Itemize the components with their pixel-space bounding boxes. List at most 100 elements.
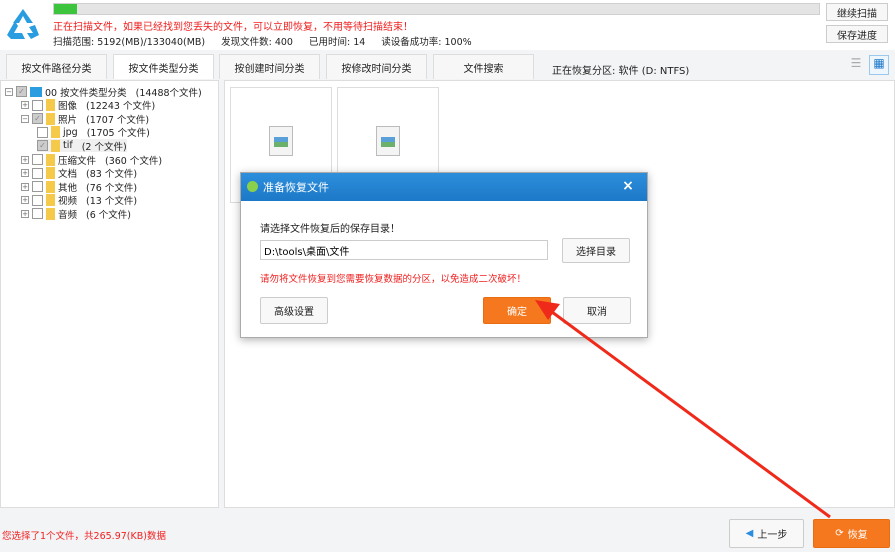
tree-item-label: 其他 <box>58 182 78 194</box>
files-found: 发现文件数: 400 <box>221 37 293 48</box>
tree-item[interactable]: − ✓ 00 按文件类型分类 (14488个文件) <box>5 85 202 99</box>
tree-item-count: (76 个文件) <box>86 182 138 194</box>
expand-icon[interactable]: + <box>21 169 29 178</box>
browse-directory-button[interactable]: 选择目录 <box>562 238 630 263</box>
dialog-prompt: 请选择文件恢复后的保存目录！ <box>260 224 400 235</box>
scan-stats: 扫描范围: 5192(MB)/133040(MB) 发现文件数: 400 已用时… <box>53 34 472 48</box>
expand-icon[interactable]: + <box>21 209 29 218</box>
folder-icon <box>51 126 60 139</box>
close-icon[interactable]: × <box>609 173 647 201</box>
progress-fill <box>54 4 77 14</box>
ok-button[interactable]: 确定 <box>483 297 551 324</box>
tree-item-count: (1705 个文件) <box>86 128 150 140</box>
scan-message: 正在扫描文件，如果已经找到您丢失的文件，可以立即恢复，不用等待扫描结束！ <box>53 22 413 33</box>
tree-item-label: 视频 <box>58 196 78 208</box>
folder-icon <box>46 167 55 180</box>
scan-progress-bar <box>53 3 820 15</box>
dialog-title: 准备恢复文件 <box>263 181 329 194</box>
tree-item-label: 00 按文件类型分类 <box>45 87 127 99</box>
tree-item-count: (1707 个文件) <box>86 114 150 126</box>
tree-item[interactable]: + 图像 (12243 个文件) <box>21 99 155 112</box>
tree-item-count: (14488个文件) <box>135 87 202 99</box>
tree-item-count: (360 个文件) <box>105 155 163 167</box>
folder-icon <box>46 112 55 125</box>
tree-item-label: 音频 <box>58 209 78 221</box>
recover-dialog: 准备恢复文件 × 请选择文件恢复后的保存目录！ 选择目录 请勿将文件恢复到您需要… <box>240 172 648 338</box>
tab-by-type[interactable]: 按文件类型分类 <box>113 54 214 79</box>
recover-button[interactable]: ⟳ 恢复 <box>813 519 890 548</box>
folder-icon <box>46 194 55 207</box>
tree-item[interactable]: − ✓ 照片 (1707 个文件) <box>21 112 150 126</box>
tree-item-label: 图像 <box>58 101 78 113</box>
selection-status: 您选择了1个文件，共265.97(KB)数据 <box>2 531 166 542</box>
tree-item-label: jpg <box>63 126 78 138</box>
image-file-icon <box>376 126 400 156</box>
tree-item-count: (6 个文件) <box>86 209 131 221</box>
partition-label: 正在恢复分区: 软件 (D: NTFS) <box>552 66 690 77</box>
expand-icon[interactable]: + <box>21 182 29 191</box>
checkbox[interactable] <box>32 99 43 111</box>
cancel-button[interactable]: 取消 <box>563 297 631 324</box>
collapse-icon[interactable]: − <box>21 114 29 123</box>
tree-item[interactable]: + 音频 (6 个文件) <box>21 207 131 221</box>
tree-item[interactable]: ✓ tif (2 个文件) <box>37 139 127 153</box>
tab-by-modified[interactable]: 按修改时间分类 <box>326 54 427 79</box>
tree-item-label: 照片 <box>58 114 78 126</box>
tree-item-label: 压缩文件 <box>58 155 97 167</box>
tree-item-label: tif <box>63 140 73 152</box>
drive-icon <box>30 86 42 97</box>
tree-item[interactable]: + 其他 (76 个文件) <box>21 180 138 194</box>
checkbox[interactable] <box>32 208 43 220</box>
folder-icon <box>46 99 55 112</box>
elapsed-time: 已用时间: 14 <box>308 37 366 48</box>
tree-item-count: (13 个文件) <box>86 196 138 208</box>
tree-item-count: (2 个文件) <box>81 141 127 153</box>
refresh-icon: ⟳ <box>835 528 844 539</box>
tab-by-path[interactable]: 按文件路径分类 <box>6 54 107 79</box>
checkbox[interactable] <box>37 126 48 138</box>
app-icon <box>247 181 258 192</box>
checkbox[interactable] <box>32 167 43 179</box>
tree-item[interactable]: jpg (1705 个文件) <box>37 126 150 139</box>
tree-item[interactable]: + 视频 (13 个文件) <box>21 194 137 207</box>
back-label: 上一步 <box>757 530 788 541</box>
continue-scan-button[interactable]: 继续扫描 <box>826 3 888 21</box>
expand-icon[interactable]: + <box>21 101 29 110</box>
tree-item[interactable]: + 文档 (83 个文件) <box>21 167 137 180</box>
dialog-title-bar: 准备恢复文件 × <box>241 173 647 201</box>
tree-item-label: 文档 <box>58 169 78 181</box>
grid-view-icon[interactable]: ▦ <box>869 55 889 75</box>
folder-icon <box>46 180 55 193</box>
expand-icon[interactable]: + <box>21 196 29 205</box>
header: 继续扫描 保存进度 正在扫描文件，如果已经找到您丢失的文件，可以立即恢复，不用等… <box>0 0 895 50</box>
scan-range: 扫描范围: 5192(MB)/133040(MB) <box>53 37 206 48</box>
folder-icon <box>46 207 55 220</box>
category-tree: − ✓ 00 按文件类型分类 (14488个文件) + 图像 (12243 个文件) − ✓ 照片… <box>0 80 219 508</box>
image-file-icon <box>269 126 293 156</box>
checkbox[interactable] <box>32 154 43 165</box>
tree-item[interactable]: + 压缩文件 (360 个文件) <box>21 153 163 167</box>
advanced-settings-button[interactable]: 高级设置 <box>260 297 328 324</box>
checkbox[interactable]: ✓ <box>32 113 43 125</box>
recycle-logo-icon <box>7 9 39 39</box>
tree-item-count: (83 个文件) <box>86 169 138 181</box>
warning-text: 请勿将文件恢复到您需要恢复数据的分区，以免造成二次破坏！ <box>260 274 527 285</box>
tree-item-count: (12243 个文件) <box>86 101 156 113</box>
collapse-icon[interactable]: − <box>5 87 13 96</box>
folder-icon <box>51 139 60 152</box>
checkbox[interactable] <box>32 194 43 206</box>
read-success-rate: 读设备成功率: 100% <box>381 37 472 48</box>
tab-file-search[interactable]: 文件搜索 <box>433 54 534 79</box>
save-path-input[interactable] <box>260 240 548 260</box>
recover-label: 恢复 <box>847 530 868 541</box>
save-progress-button[interactable]: 保存进度 <box>826 25 888 43</box>
arrow-left-icon: ◀ <box>745 528 754 539</box>
back-button[interactable]: ◀ 上一步 <box>729 519 804 548</box>
folder-icon <box>46 153 55 166</box>
list-view-icon[interactable]: ☰ <box>847 56 865 74</box>
checkbox[interactable]: ✓ <box>16 86 27 97</box>
checkbox[interactable]: ✓ <box>37 140 48 152</box>
checkbox[interactable] <box>32 181 43 193</box>
expand-icon[interactable]: + <box>21 155 29 164</box>
tab-by-created[interactable]: 按创建时间分类 <box>219 54 320 79</box>
